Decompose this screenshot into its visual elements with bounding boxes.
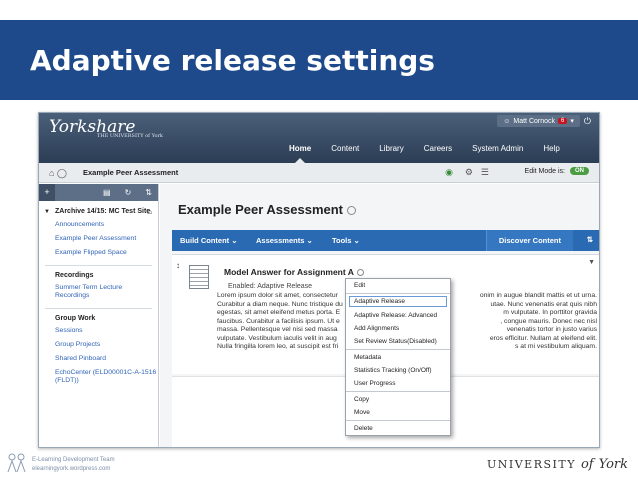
user-name: Matt Cornock — [513, 117, 556, 125]
action-bar: Build Content ⌄ Assessments ⌄ Tools ⌄ Di… — [172, 230, 599, 251]
nav-content[interactable]: Content — [321, 141, 369, 157]
reorder-icon[interactable]: ⇅ — [587, 235, 593, 244]
course-menu-tools: + ▤ ↻ ⇅ — [39, 184, 158, 201]
menu-user-progress[interactable]: User Progress — [346, 377, 450, 390]
blackboard-screenshot: Yorkshare THE UNIVERSITY of York ☺ Matt … — [38, 112, 600, 448]
sidebar-item-summer-term-lecture-recordings[interactable]: Summer Term Lecture Recordings — [39, 281, 158, 303]
nav-careers[interactable]: Careers — [414, 141, 462, 157]
menu-statistics-tracking[interactable]: Statistics Tracking (On/Off) — [346, 364, 450, 377]
user-chip[interactable]: ☺ Matt Cornock 6 ▾ — [497, 115, 580, 127]
tools-button[interactable]: Tools ⌄ — [332, 236, 360, 245]
edit-mode: Edit Mode is: ON — [525, 167, 589, 175]
menu-metadata[interactable]: Metadata — [346, 351, 450, 364]
sidebar-item-echocenter[interactable]: EchoCenter (ELD00001C-A-1516 (FLDT)) — [39, 366, 158, 388]
sidebar-item-sessions[interactable]: Sessions — [39, 324, 158, 338]
user-menu[interactable]: ☺ Matt Cornock 6 ▾ ⏻ — [497, 114, 591, 128]
chevron-down-icon[interactable]: ▾ — [570, 117, 574, 125]
menu-copy[interactable]: Copy — [346, 393, 450, 406]
refresh-icon[interactable]: ↻ — [125, 188, 132, 197]
sidebar-item-example-flipped-space[interactable]: Example Flipped Space — [39, 246, 158, 260]
settings-icon[interactable]: ⚙ — [465, 167, 473, 178]
menu-adaptive-release[interactable]: Adaptive Release — [348, 295, 448, 308]
breadcrumb-bar: ⌂ ◯ Example Peer Assessment ◉ ⚙ ☰ Edit M… — [39, 163, 599, 183]
logo-subtitle: THE UNIVERSITY of York — [97, 133, 163, 139]
item-enabled-status: Enabled: Adaptive Release — [228, 283, 313, 290]
elearning-team-logo — [7, 453, 26, 473]
edit-mode-label: Edit Mode is: — [524, 167, 565, 175]
menu-add-alignments[interactable]: Add Alignments — [346, 322, 450, 335]
sort-icon[interactable]: ⇅ — [145, 188, 152, 197]
home-icon[interactable]: ⌂ ◯ — [49, 168, 67, 179]
menu-edit[interactable]: Edit — [346, 279, 450, 292]
item-context-menu: Edit Adaptive Release Adaptive Release: … — [345, 278, 451, 436]
nav-home[interactable]: Home — [279, 141, 321, 163]
user-icon: ☺ — [503, 117, 511, 125]
sidebar-heading-recordings: Recordings — [55, 272, 94, 279]
menu-set-review-status[interactable]: Set Review Status(Disabled) — [346, 335, 450, 348]
footer-website[interactable]: elearningyork.wordpress.com — [32, 466, 110, 472]
nav-system-admin[interactable]: System Admin — [462, 141, 533, 157]
menu-divider — [346, 391, 450, 392]
menu-divider — [346, 420, 450, 421]
main-nav: Home Content Library Careers System Admi… — [279, 141, 570, 163]
menu-delete[interactable]: Delete — [346, 422, 450, 435]
options-chevron-icon[interactable] — [347, 206, 357, 216]
footer-team: E-Learning Development Team — [32, 457, 115, 463]
slide-header: Adaptive release settings — [0, 20, 638, 100]
university-logo: UNIVERSITY of York — [487, 457, 628, 472]
item-title[interactable]: Model Answer for Assignment A — [224, 267, 364, 277]
slide-title: Adaptive release settings — [30, 44, 435, 77]
nav-library[interactable]: Library — [369, 141, 413, 157]
menu-move[interactable]: Move — [346, 406, 450, 419]
menu-adaptive-release-advanced[interactable]: Adaptive Release: Advanced — [346, 309, 450, 322]
assessments-button[interactable]: Assessments ⌄ — [256, 236, 313, 245]
caret-down-icon[interactable]: ▼ — [44, 208, 50, 217]
logout-icon[interactable]: ⏻ — [584, 116, 591, 127]
nav-help[interactable]: Help — [533, 141, 569, 157]
eye-icon[interactable]: ◉ — [445, 167, 453, 178]
item-collapse-icon[interactable]: ▼ — [588, 259, 595, 266]
sidebar-item-announcements[interactable]: Announcements — [39, 218, 158, 232]
top-bar: Yorkshare THE UNIVERSITY of York ☺ Matt … — [39, 113, 599, 163]
course-home-icon[interactable]: ⌂ — [147, 207, 152, 216]
document-icon — [189, 265, 209, 289]
page-title: Example Peer Assessment — [178, 202, 357, 217]
folder-view-icon[interactable]: ▤ — [103, 188, 111, 197]
add-menu-item-icon[interactable]: + — [39, 184, 55, 201]
menu-divider — [346, 349, 450, 350]
sidebar-item-shared-pinboard[interactable]: Shared Pinboard — [39, 352, 158, 366]
sidebar-item-group-projects[interactable]: Group Projects — [39, 338, 158, 352]
course-menu: + ▤ ↻ ⇅ ▼ ZArchive 14/15: MC Test Site ⌂… — [39, 184, 159, 447]
menu-divider — [346, 293, 450, 294]
edit-mode-toggle[interactable]: ON — [570, 167, 589, 175]
breadcrumb: Example Peer Assessment — [83, 168, 179, 177]
notification-badge[interactable]: 6 — [558, 118, 568, 124]
discover-content-button[interactable]: Discover Content — [485, 230, 573, 251]
item-options-icon[interactable] — [356, 269, 364, 277]
build-content-button[interactable]: Build Content ⌄ — [180, 236, 238, 245]
sidebar-heading-group-work: Group Work — [55, 315, 96, 322]
course-title[interactable]: ▼ ZArchive 14/15: MC Test Site ⌂ — [39, 201, 158, 218]
sidebar-item-example-peer-assessment[interactable]: Example Peer Assessment — [39, 232, 158, 246]
menu-icon[interactable]: ☰ — [481, 167, 489, 178]
drag-handle-icon[interactable]: ↕ — [176, 261, 180, 270]
